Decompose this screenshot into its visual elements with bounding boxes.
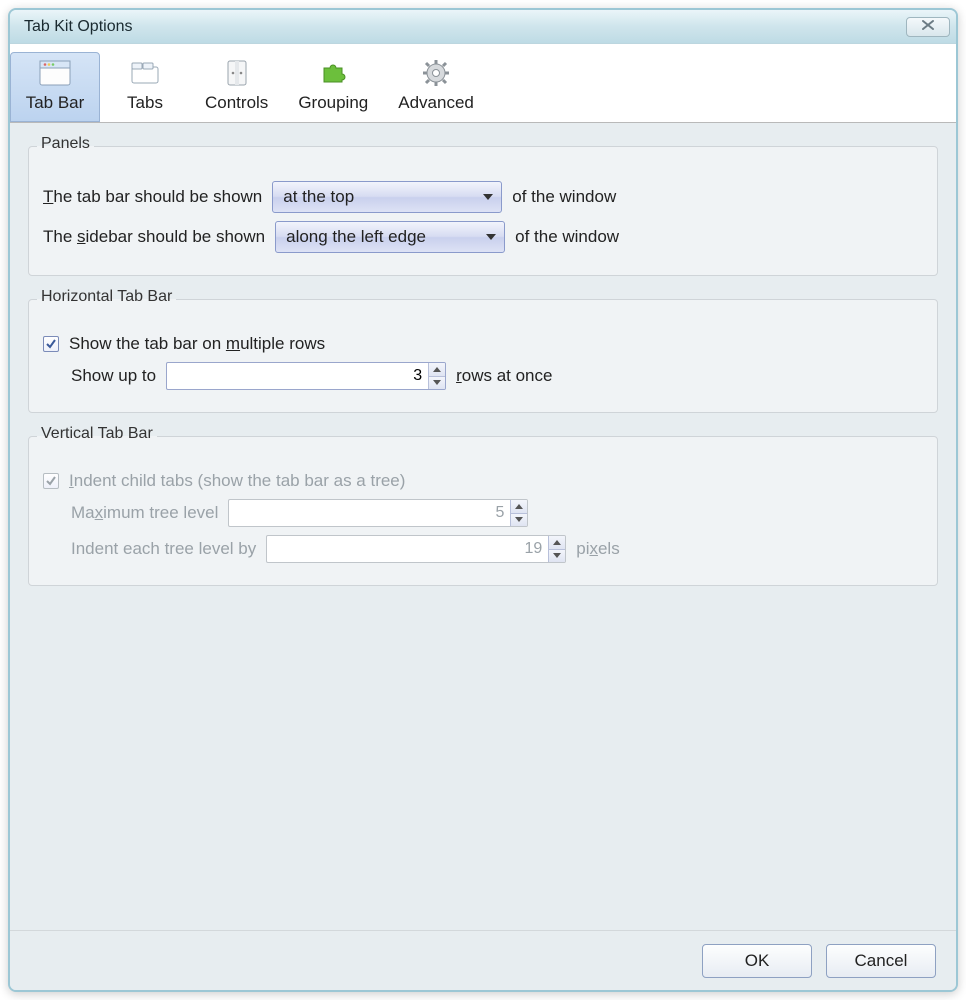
toolbar-tab-controls[interactable]: Controls — [190, 52, 283, 122]
tabbar-pre-label: The tab bar should be shown — [43, 187, 262, 207]
puzzle-icon — [317, 57, 349, 89]
spinner-up — [549, 536, 565, 550]
titlebar: Tab Kit Options — [10, 10, 956, 44]
controls-icon — [221, 57, 253, 89]
chevron-down-icon — [483, 194, 493, 200]
tabbar-post-label: of the window — [512, 187, 616, 207]
chevron-down-icon — [486, 234, 496, 240]
indent-pixels-input — [267, 536, 548, 562]
indent-label: Indent child tabs (show the tab bar as a… — [69, 471, 405, 491]
multirow-label: Show the tab bar on multiple rows — [69, 334, 325, 354]
spinner-arrows — [510, 500, 527, 526]
rows-spinner[interactable] — [166, 362, 446, 390]
toolbar-tab-tabs[interactable]: Tabs — [100, 52, 190, 122]
dialog-footer: OK Cancel — [10, 930, 956, 990]
select-value: at the top — [283, 187, 354, 207]
close-button[interactable] — [906, 17, 950, 37]
horizontal-group: Horizontal Tab Bar Show the tab bar on m… — [28, 290, 938, 413]
spinner-up — [511, 500, 527, 514]
spinner-down[interactable] — [429, 377, 445, 390]
toolbar-tab-grouping[interactable]: Grouping — [283, 52, 383, 122]
toolbar-label: Controls — [205, 93, 268, 113]
sidebar-pre-label: The sidebar should be shown — [43, 227, 265, 247]
cancel-button[interactable]: Cancel — [826, 944, 936, 978]
toolbar-label: Advanced — [398, 93, 474, 113]
indent-pixels-post: pixels — [576, 539, 619, 559]
vertical-legend: Vertical Tab Bar — [37, 425, 157, 443]
ok-button[interactable]: OK — [702, 944, 812, 978]
indent-checkbox — [43, 473, 59, 489]
max-level-row: Maximum tree level — [43, 499, 923, 527]
horizontal-legend: Horizontal Tab Bar — [37, 288, 176, 306]
spinner-up[interactable] — [429, 363, 445, 377]
category-toolbar: Tab Bar Tabs Controls Grouping Advanced — [10, 44, 956, 123]
max-level-input — [229, 500, 510, 526]
content-area: Panels The tab bar should be shown at th… — [10, 123, 956, 930]
toolbar-tab-tabbar[interactable]: Tab Bar — [10, 52, 100, 122]
sidebar-position-row: The sidebar should be shown along the le… — [43, 221, 923, 253]
max-level-spinner — [228, 499, 528, 527]
select-value: along the left edge — [286, 227, 426, 247]
spinner-down — [549, 550, 565, 563]
rows-post-label: rows at once — [456, 366, 552, 386]
rows-count-row: Show up to rows at once — [43, 362, 923, 390]
toolbar-label: Grouping — [298, 93, 368, 113]
window-icon — [39, 57, 71, 89]
tabbar-position-row: The tab bar should be shown at the top o… — [43, 181, 923, 213]
multirow-checkbox[interactable] — [43, 336, 59, 352]
indent-checkbox-row: Indent child tabs (show the tab bar as a… — [43, 471, 923, 491]
spinner-down — [511, 514, 527, 527]
tabs-icon — [129, 57, 161, 89]
vertical-group: Vertical Tab Bar Indent child tabs (show… — [28, 427, 938, 586]
indent-pixels-spinner — [266, 535, 566, 563]
sidebar-position-select[interactable]: along the left edge — [275, 221, 505, 253]
gear-icon — [420, 57, 452, 89]
spinner-arrows — [548, 536, 565, 562]
spinner-arrows — [428, 363, 445, 389]
panels-legend: Panels — [37, 135, 94, 153]
indent-pixels-row: Indent each tree level by pixels — [43, 535, 923, 563]
toolbar-label: Tab Bar — [26, 93, 85, 113]
multirow-checkbox-row: Show the tab bar on multiple rows — [43, 334, 923, 354]
toolbar-tab-advanced[interactable]: Advanced — [383, 52, 489, 122]
rows-input[interactable] — [167, 363, 428, 389]
sidebar-post-label: of the window — [515, 227, 619, 247]
panels-group: Panels The tab bar should be shown at th… — [28, 137, 938, 276]
toolbar-label: Tabs — [127, 93, 163, 113]
max-level-label: Maximum tree level — [71, 503, 218, 523]
close-icon — [921, 18, 935, 35]
options-dialog: Tab Kit Options Tab Bar Tabs Controls — [8, 8, 958, 992]
indent-pixels-label: Indent each tree level by — [71, 539, 256, 559]
tabbar-position-select[interactable]: at the top — [272, 181, 502, 213]
window-title: Tab Kit Options — [24, 18, 133, 36]
rows-pre-label: Show up to — [71, 366, 156, 386]
